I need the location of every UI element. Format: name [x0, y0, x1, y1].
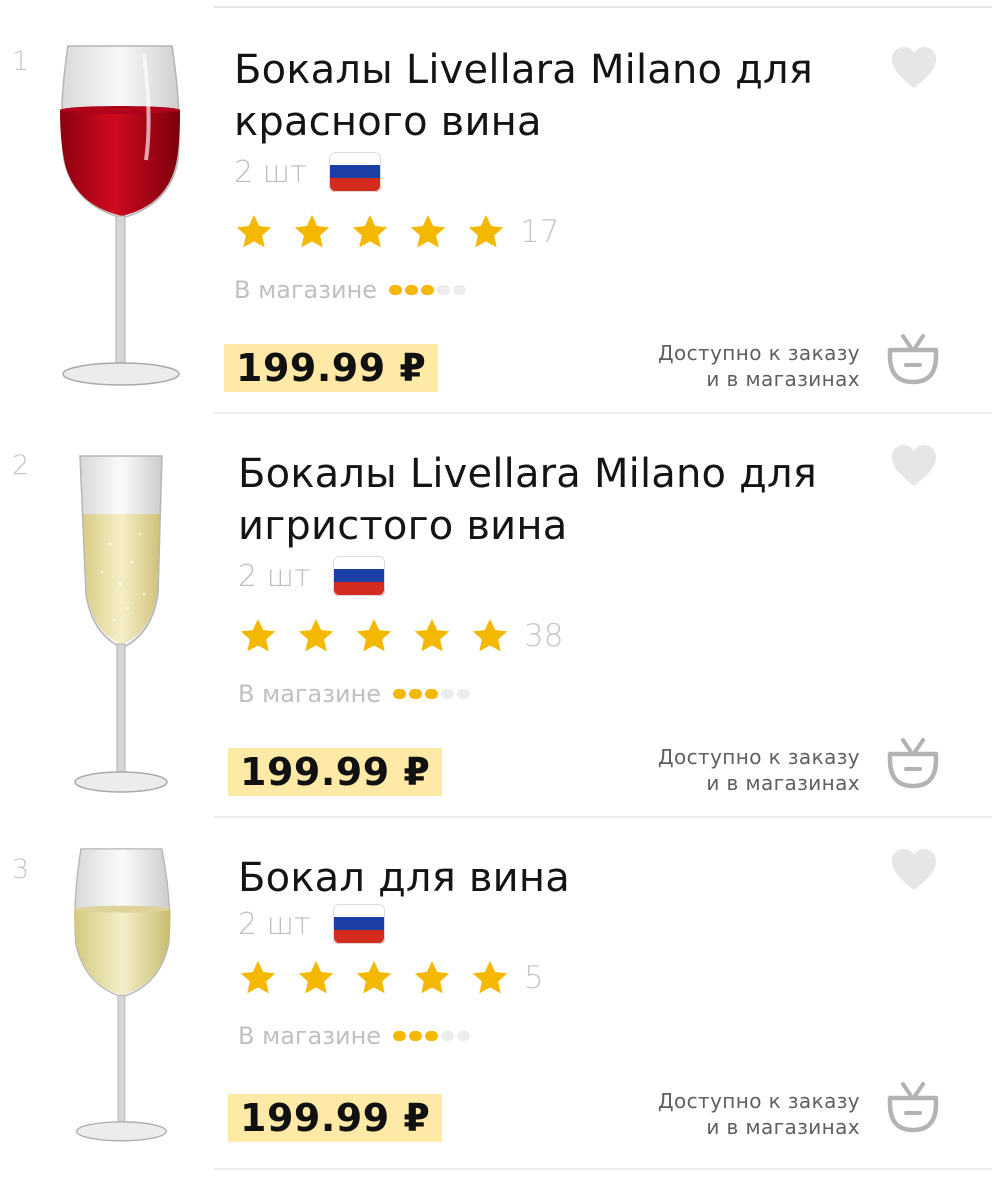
availability-line: Доступно к заказу: [657, 1089, 860, 1113]
russia-flag-icon: [332, 904, 385, 944]
star-icon: [240, 961, 276, 994]
stock-dot-filled: [409, 689, 423, 699]
review-count[interactable]: 17: [520, 214, 559, 250]
stock-dot-empty: [453, 285, 467, 295]
champagne-flute-icon[interactable]: [40, 444, 208, 804]
rating-row[interactable]: 17: [234, 206, 559, 258]
stock-level-indicator: [393, 689, 471, 699]
star-icon: [472, 619, 508, 652]
stock-label: В магазине: [238, 680, 382, 708]
availability-line: Доступно к заказу: [657, 745, 860, 769]
quantity-text: 2 шт: [238, 906, 311, 942]
item-index: 1: [12, 46, 30, 77]
star-icon: [356, 961, 392, 994]
stock-row: В магазине: [238, 678, 471, 710]
stock-dot-filled: [421, 285, 435, 295]
stock-dot-empty: [441, 1031, 455, 1041]
rating-row[interactable]: 5: [238, 952, 544, 1004]
rating-stars: [238, 616, 510, 656]
availability-line: и в магазинах: [706, 1115, 860, 1139]
quantity-row: 2 шт: [238, 900, 385, 948]
availability-line: Доступно к заказу: [657, 341, 860, 365]
stock-dot-filled: [409, 1031, 423, 1041]
star-icon: [472, 961, 508, 994]
quantity-row: 2 шт: [234, 148, 381, 196]
stock-dot-empty: [457, 689, 471, 699]
heart-icon[interactable]: [890, 46, 938, 90]
product-title[interactable]: Бокалы Livellara Milano для игристого ви…: [238, 448, 858, 552]
rating-stars: [234, 212, 506, 252]
white-wine-glass-icon[interactable]: [40, 842, 208, 1152]
star-icon: [410, 215, 446, 248]
stock-dot-empty: [457, 1031, 471, 1041]
availability-text: Доступно к заказу и в магазинах: [658, 340, 860, 392]
availability-text: Доступно к заказу и в магазинах: [658, 744, 860, 796]
rating-stars: [238, 958, 510, 998]
cart-icon[interactable]: [884, 330, 942, 388]
product-card[interactable]: 3 Бокал для вина 2 шт 5 В магазине 199.9…: [0, 818, 992, 1170]
stock-dot-empty: [437, 285, 451, 295]
product-card[interactable]: 1 Бокалы Livellara Milano для красного в…: [0, 10, 992, 414]
price: 199.99 ₽: [224, 344, 439, 392]
stock-row: В магазине: [234, 274, 467, 306]
red-wine-glass-icon[interactable]: [40, 40, 208, 400]
quantity-row: 2 шт: [238, 552, 385, 600]
product-title[interactable]: Бокалы Livellara Milano для красного вин…: [234, 44, 854, 148]
russia-flag-icon: [328, 152, 381, 192]
cart-icon[interactable]: [884, 734, 942, 792]
availability-line: и в магазинах: [706, 771, 860, 795]
star-icon: [414, 961, 450, 994]
star-icon: [356, 619, 392, 652]
availability-line: и в магазинах: [706, 367, 860, 391]
quantity-text: 2 шт: [234, 154, 307, 190]
heart-icon[interactable]: [890, 848, 938, 892]
stock-level-indicator: [389, 285, 467, 295]
cart-icon[interactable]: [884, 1078, 942, 1136]
star-icon: [240, 619, 276, 652]
stock-dot-filled: [425, 1031, 439, 1041]
star-icon: [236, 215, 272, 248]
stock-label: В магазине: [234, 276, 378, 304]
stock-dot-filled: [425, 689, 439, 699]
star-icon: [414, 619, 450, 652]
stock-dot-empty: [441, 689, 455, 699]
star-icon: [298, 961, 334, 994]
product-card[interactable]: 2 Бокалы Livellara Milano для игристого …: [0, 414, 992, 818]
stock-dot-filled: [389, 285, 403, 295]
availability-text: Доступно к заказу и в магазинах: [658, 1088, 860, 1140]
item-index: 3: [12, 854, 30, 885]
star-icon: [352, 215, 388, 248]
star-icon: [298, 619, 334, 652]
item-index: 2: [12, 450, 30, 481]
star-icon: [468, 215, 504, 248]
russia-flag-icon: [332, 556, 385, 596]
stock-row: В магазине: [238, 1020, 471, 1052]
review-count[interactable]: 38: [524, 618, 563, 654]
star-icon: [294, 215, 330, 248]
row-divider: [214, 1168, 992, 1170]
top-divider: [214, 6, 992, 8]
price: 199.99 ₽: [228, 1094, 443, 1142]
stock-label: В магазине: [238, 1022, 382, 1050]
quantity-text: 2 шт: [238, 558, 311, 594]
review-count[interactable]: 5: [524, 960, 544, 996]
price: 199.99 ₽: [228, 748, 443, 796]
stock-dot-filled: [405, 285, 419, 295]
product-title[interactable]: Бокал для вина: [238, 852, 858, 904]
heart-icon[interactable]: [890, 444, 938, 488]
stock-dot-filled: [393, 689, 407, 699]
rating-row[interactable]: 38: [238, 610, 563, 662]
stock-dot-filled: [393, 1031, 407, 1041]
stock-level-indicator: [393, 1031, 471, 1041]
